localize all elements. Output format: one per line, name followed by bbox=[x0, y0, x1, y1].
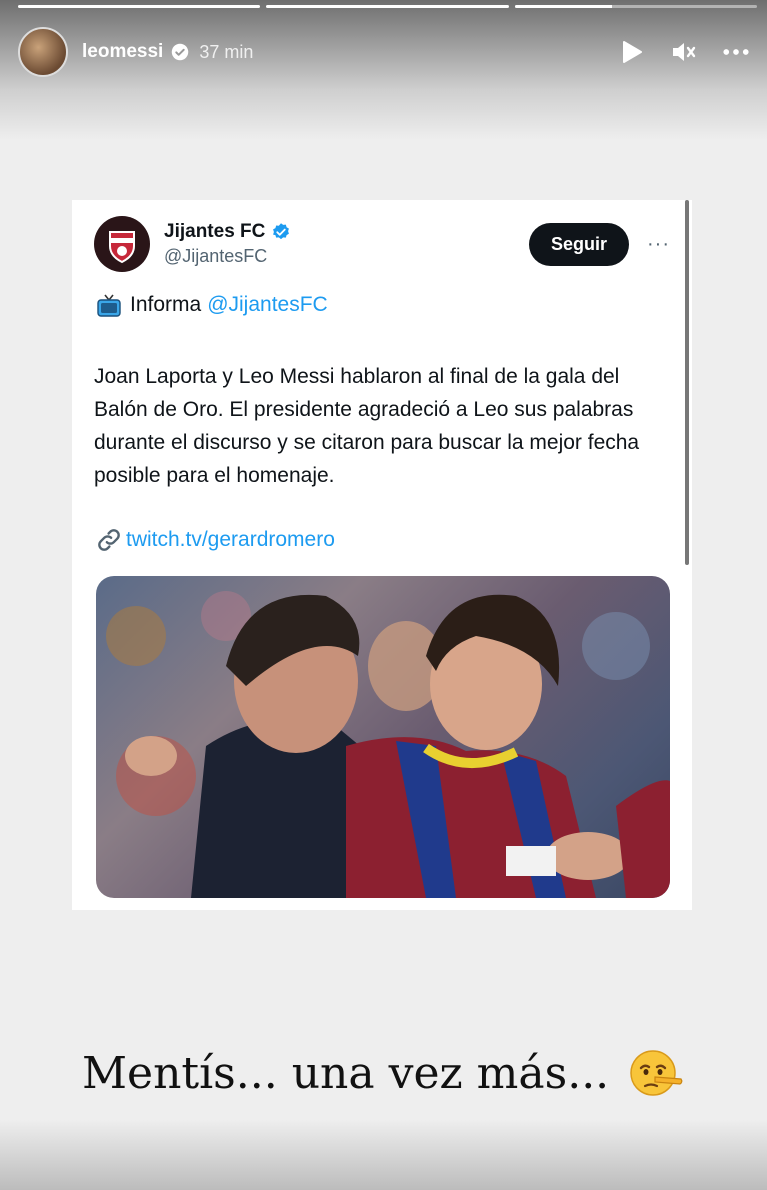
progress-segment bbox=[18, 5, 261, 8]
username[interactable]: leomessi bbox=[82, 41, 163, 63]
tweet-avatar[interactable] bbox=[94, 216, 150, 272]
follow-button[interactable]: Seguir bbox=[529, 222, 630, 266]
scrollbar[interactable] bbox=[685, 200, 689, 565]
tweet-more-icon[interactable]: ··· bbox=[647, 233, 670, 256]
story-header: leomessi 37 min bbox=[18, 26, 749, 78]
link-icon bbox=[98, 529, 120, 551]
tweet-body: Joan Laporta y Leo Messi hablaron al fin… bbox=[94, 365, 640, 487]
more-horizontal-icon[interactable] bbox=[723, 39, 749, 65]
speaker-muted-icon[interactable] bbox=[671, 39, 697, 65]
tweet-link[interactable]: twitch.tv/gerardromero bbox=[96, 527, 335, 553]
club-crest-icon bbox=[109, 231, 135, 264]
informa-line: Informa @JijantesFC bbox=[96, 292, 328, 318]
story-progress bbox=[18, 5, 757, 8]
informa-label: Informa bbox=[130, 293, 202, 316]
progress-segment bbox=[266, 5, 509, 8]
tweet-author-name[interactable]: Jijantes FC bbox=[164, 221, 265, 243]
avatar[interactable] bbox=[18, 27, 68, 77]
photo-illustration bbox=[106, 591, 670, 898]
tweet-header: Jijantes FC @JijantesFC Seguir ··· bbox=[94, 216, 670, 272]
television-icon bbox=[97, 294, 121, 317]
tweet-link-text[interactable]: twitch.tv/gerardromero bbox=[126, 528, 335, 552]
tweet-card[interactable]: Jijantes FC @JijantesFC Seguir ··· Infor… bbox=[72, 200, 692, 910]
lying-face-emoji-icon bbox=[630, 1050, 683, 1096]
verified-badge-icon bbox=[172, 43, 189, 61]
caption-text: Mentís... una vez más... bbox=[82, 1047, 610, 1099]
tweet-handle[interactable]: @JijantesFC bbox=[164, 246, 291, 267]
verified-badge-icon bbox=[273, 223, 290, 240]
story-time: 37 min bbox=[199, 41, 254, 62]
progress-segment bbox=[514, 5, 757, 8]
story-caption: Mentís... una vez más... bbox=[82, 1046, 683, 1100]
tweet-photo[interactable] bbox=[96, 576, 670, 898]
informa-mention-link[interactable]: @JijantesFC bbox=[207, 293, 328, 317]
play-icon[interactable] bbox=[619, 39, 645, 65]
story-controls bbox=[619, 39, 749, 65]
